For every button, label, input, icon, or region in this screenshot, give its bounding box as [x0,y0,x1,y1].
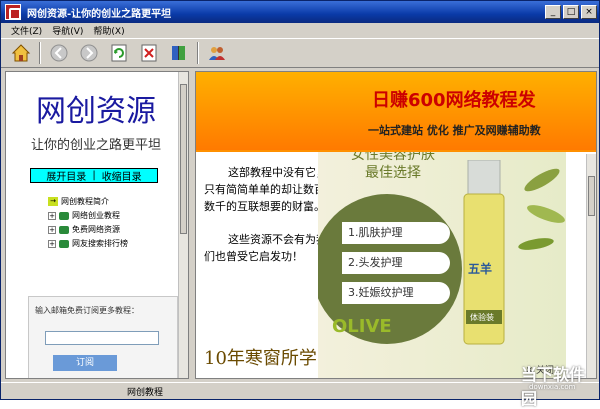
tree-toggle: 展开目录 | 收缩目录 [30,168,158,183]
maximize-button[interactable]: □ [563,5,579,19]
expand-icon[interactable]: + [48,225,56,234]
tree-item-label: 免费网络资源 [72,225,120,234]
tree-item-tutorials[interactable]: + 网络创业教程 [48,210,120,221]
tree-item-label: 网络创业教程 [72,211,120,220]
email-field[interactable] [45,331,159,345]
tree-item-free-resources[interactable]: + 免费网络资源 [48,224,120,235]
status-bar: 网创教程 [1,382,599,399]
book-icon [59,211,69,220]
scrollbar-thumb[interactable] [180,84,187,234]
subscribe-label: 输入邮箱免费订阅更多教程： [35,306,139,315]
refresh-button[interactable] [107,41,131,65]
ad-item[interactable]: 1.肌肤护理 [342,222,450,244]
forward-icon [80,44,98,62]
expand-icon[interactable]: + [48,211,56,220]
brand-slogan: 让你的创业之路更平坦 [30,138,161,153]
home-icon [11,44,31,62]
tree-item-label: 网创教程简介 [61,197,109,206]
tree-item-ranking[interactable]: + 网友搜索排行榜 [48,238,128,249]
back-button[interactable] [47,41,71,65]
app-icon [5,4,21,20]
banner-subtitle: 一站式建站 优化 推广及网赚辅助教 [368,124,541,137]
ad-item[interactable]: 2.头发护理 [342,252,450,274]
brand-title: 网创资源 [36,94,156,129]
home-button[interactable] [9,41,33,65]
content-panel: 日赚600网络教程发 一站式建站 优化 推广及网赚辅助教 这部教程中没有它，只有… [195,71,597,379]
users-button[interactable] [205,41,229,65]
popup-advertisement[interactable]: 女性美容护肤 最佳选择 1.肌肤护理 2.头发护理 3.妊娠纹护理 五羊 体验装… [318,152,566,378]
back-icon [50,44,68,62]
ad-title-line: 最佳选择 [365,165,421,181]
ad-title-line: 女性美容护肤 [351,152,435,163]
stop-button[interactable] [137,41,161,65]
subscribe-box: 输入邮箱免费订阅更多教程： 订阅 [28,296,178,378]
app-window: 网创资源-让你的创业之路更平坦 _ □ × 文件(Z) 导航(V) 帮助(X) [0,0,600,408]
ad-item[interactable]: 3.妊娠纹护理 [342,282,450,304]
menu-bar: 文件(Z) 导航(V) 帮助(X) [1,23,599,37]
tree-item-label: 网友搜索排行榜 [72,239,128,248]
expand-icon[interactable]: + [48,239,56,248]
minimize-button[interactable]: _ [545,5,561,19]
tree-item-intro[interactable]: → 网创教程简介 [48,196,109,207]
header-banner[interactable]: 日赚600网络教程发 一站式建站 优化 推广及网赚辅助教 [196,72,596,150]
site-watermark: 当下软件园 downxia.com [521,361,597,408]
sidebar-panel: 网创资源 让你的创业之路更平坦 展开目录 | 收缩目录 → 网创教程简介 + 网… [5,71,189,379]
product-trial-label: 体验装 [470,313,494,322]
subscribe-button[interactable]: 订阅 [53,355,117,371]
book-icon [172,46,185,60]
menu-navigate[interactable]: 导航(V) [52,24,83,37]
toolbar-separator [39,42,41,64]
scrollbar-thumb[interactable] [588,176,595,216]
selected-page-icon: → [48,197,58,206]
stop-icon [141,44,157,62]
article-paragraph: 这部教程中没有它，只有简简单单的却让数百数千的互联想要的财富。 [204,166,327,213]
collapse-tree-link[interactable]: 收缩目录 [99,168,145,183]
forward-button[interactable] [77,41,101,65]
close-button[interactable]: × [581,5,597,19]
book-button[interactable] [167,41,191,65]
article-paragraph: 这些资源不会有为我们也曾受它启发功！ [204,233,327,263]
ad-title: 女性美容护肤 最佳选择 [318,152,468,182]
book-icon [59,239,69,248]
refresh-icon [111,44,127,62]
window-title: 网创资源-让你的创业之路更平坦 [27,8,172,20]
olive-leaf-decoration [518,168,565,250]
title-bar[interactable]: 网创资源-让你的创业之路更平坦 _ □ × [1,1,599,23]
expand-tree-link[interactable]: 展开目录 [43,168,89,183]
toolbar [1,38,599,68]
book-icon [59,225,69,234]
menu-help[interactable]: 帮助(X) [93,24,124,37]
content-scrollbar[interactable] [586,154,596,378]
status-text: 网创教程 [127,387,164,398]
menu-file[interactable]: 文件(Z) [11,24,42,37]
article-body: 这部教程中没有它，只有简简单单的却让数百数千的互联想要的财富。 这些资源不会有为… [204,164,334,281]
toolbar-separator [197,42,199,64]
sidebar-scrollbar[interactable] [178,72,188,378]
toggle-separator: | [92,170,96,181]
ad-olive-logo: OLIVE [332,316,392,337]
watermark-url: downxia.com [529,383,576,391]
product-brand: 五羊 [468,262,493,276]
users-icon [209,47,225,60]
banner-title: 日赚600网络教程发 [372,90,536,111]
